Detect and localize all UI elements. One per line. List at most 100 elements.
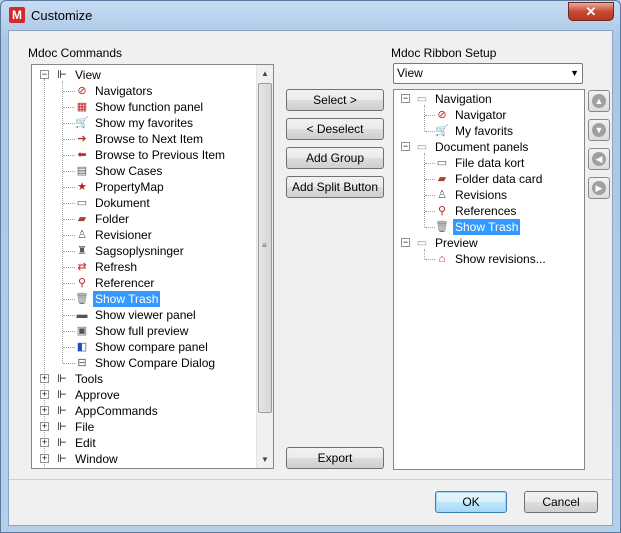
grip-icon: ≡ [262,241,267,250]
cases-icon: ▤ [76,165,88,177]
compare-dialog-icon: ⊟ [77,357,87,369]
move-right-button[interactable]: ▶ [588,177,610,199]
revisions-icon: ♙ [77,229,87,241]
tree-node-root[interactable]: ⊩ Tools [54,371,105,387]
command-item-label: Show Compare Dialog [95,356,216,370]
references-icon: ⚲ [77,277,87,289]
deselect-button[interactable]: < Deselect [286,118,384,140]
move-left-button[interactable]: ◀ [588,148,610,170]
move-left-arrow-icon: ◀ [592,152,606,166]
ribbon-item[interactable]: ⌂ Show revisions... [434,251,548,267]
command-item[interactable]: ▣ Show full preview [74,323,190,339]
tree-node-root[interactable]: ⊩ AppCommands [54,403,160,419]
add-split-button[interactable]: Add Split Button [286,176,384,198]
command-item[interactable]: ▤ Show Cases [74,163,164,179]
export-button[interactable]: Export [286,447,384,469]
collapse-group-expander[interactable]: − [401,142,410,151]
ribbon-item-label: My favorits [455,124,514,138]
tree-node-root[interactable]: ⊩ Edit [54,435,98,451]
chevron-down-icon: ▼ [570,68,579,78]
ribbon-group-label: Document panels [435,140,529,154]
ribbon-item[interactable]: ▭ File data kort [434,155,526,171]
ribbon-item[interactable]: 🗑 Show Trash [434,219,521,235]
scroll-up-arrow-icon[interactable]: ▲ [257,65,273,82]
ribbon-item[interactable]: ♙ Revisions [434,187,509,203]
tree-node-root-label: File [75,420,95,434]
collapse-view-expander[interactable]: − [40,70,49,79]
collapse-group-expander[interactable]: − [401,94,410,103]
command-item[interactable]: ▦ Show function panel [74,99,205,115]
cart-icon: 🛒 [75,117,89,129]
hierarchy-icon: ⊩ [57,373,67,385]
select-button[interactable]: Select > [286,89,384,111]
command-item-label: Referencer [95,276,155,290]
ribbon-group[interactable]: ▭ Document panels [414,139,530,155]
command-item[interactable]: 🛒 Show my favorites [74,115,195,131]
command-item[interactable]: ▰ Folder [74,211,131,227]
ribbon-item[interactable]: ⊘ Navigator [434,107,508,123]
tree-node-root[interactable]: ⊩MainMenu [54,467,133,468]
command-item-label: Browse to Previous Item [95,148,226,162]
ribbon-item[interactable]: ⚲ References [434,203,518,219]
command-item[interactable]: ◧ Show compare panel [74,339,210,355]
ribbon-dropdown[interactable]: View ▼ [393,63,583,84]
command-item[interactable]: ⊘ Navigators [74,83,154,99]
tree-node-root[interactable]: ⊩ File [54,419,96,435]
tree-node-root[interactable]: ⊩ Window [54,451,120,467]
command-item[interactable]: ⬅ Browse to Previous Item [74,147,227,163]
command-item-label: Revisioner [95,228,152,242]
tree-node-root[interactable]: ⊩ Approve [54,387,122,403]
move-up-button[interactable]: ▲ [588,90,610,112]
command-item-label: Show full preview [95,324,189,338]
full-preview-icon: ▣ [76,325,88,337]
customize-window: M Customize ✕ Mdoc Commands ▲ ≡ ▼ − ⊩ View… [0,0,621,533]
ribbon-item-label: References [455,204,517,218]
command-item[interactable]: ♜ Sagsoplysninger [74,243,186,259]
command-item[interactable]: ⊟ Show Compare Dialog [74,355,217,371]
commands-tree[interactable]: ▲ ≡ ▼ − ⊩ View ⊘ Navigators ▦ Show function pa… [31,64,274,469]
tree-node-view-label: View [75,68,101,82]
command-item-label: Refresh [95,260,138,274]
trash-icon: 🗑 [75,293,89,305]
command-item[interactable]: ⇄ Refresh [74,259,139,275]
command-item[interactable]: ★ PropertyMap [74,179,166,195]
command-item-label: Show function panel [95,100,204,114]
scroll-thumb[interactable]: ≡ [258,83,272,413]
close-button[interactable]: ✕ [568,2,614,21]
ribbon-item[interactable]: 🛒 My favorits [434,123,515,139]
revisions-icon: ♙ [437,189,447,201]
app-logo-icon: M [9,7,25,23]
expand-root-expander[interactable]: + [40,422,49,431]
title-bar: M Customize ✕ [1,1,620,31]
expand-root-expander[interactable]: + [40,390,49,399]
command-item[interactable]: ▬ Show viewer panel [74,307,198,323]
document-icon: ▭ [76,197,88,209]
expand-root-expander[interactable]: + [40,374,49,383]
tree-connector [424,105,425,131]
cancel-button[interactable]: Cancel [524,491,598,513]
command-item[interactable]: 🗑 Show Trash [74,291,161,307]
ok-button[interactable]: OK [435,491,507,513]
window-title: Customize [31,8,93,23]
commands-scrollbar[interactable]: ▲ ≡ ▼ [256,65,273,468]
ribbon-item[interactable]: ▰ Folder data card [434,171,544,187]
command-item-label: Browse to Next Item [95,132,204,146]
arrow-right-icon: ➔ [77,133,87,145]
expand-root-expander[interactable]: + [40,406,49,415]
collapse-group-expander[interactable]: − [401,238,410,247]
separator [9,479,612,480]
scroll-down-arrow-icon[interactable]: ▼ [257,451,273,468]
command-item[interactable]: ⚲ Referencer [74,275,156,291]
expand-root-expander[interactable]: + [40,454,49,463]
group-icon: ▭ [416,93,428,105]
expand-root-expander[interactable]: + [40,438,49,447]
ribbon-group[interactable]: ▭ Navigation [414,91,494,107]
command-item[interactable]: ▭ Dokument [74,195,152,211]
move-down-button[interactable]: ▼ [588,119,610,141]
hierarchy-icon: ⊩ [57,421,67,433]
command-item[interactable]: ➔ Browse to Next Item [74,131,205,147]
ribbon-tree[interactable]: − ▭ Navigation ⊘ Navigator 🛒 My favorits − ▭ Docu… [393,89,585,470]
command-item[interactable]: ♙ Revisioner [74,227,154,243]
ribbon-item-label: Show Trash [453,219,521,235]
add-group-button[interactable]: Add Group [286,147,384,169]
